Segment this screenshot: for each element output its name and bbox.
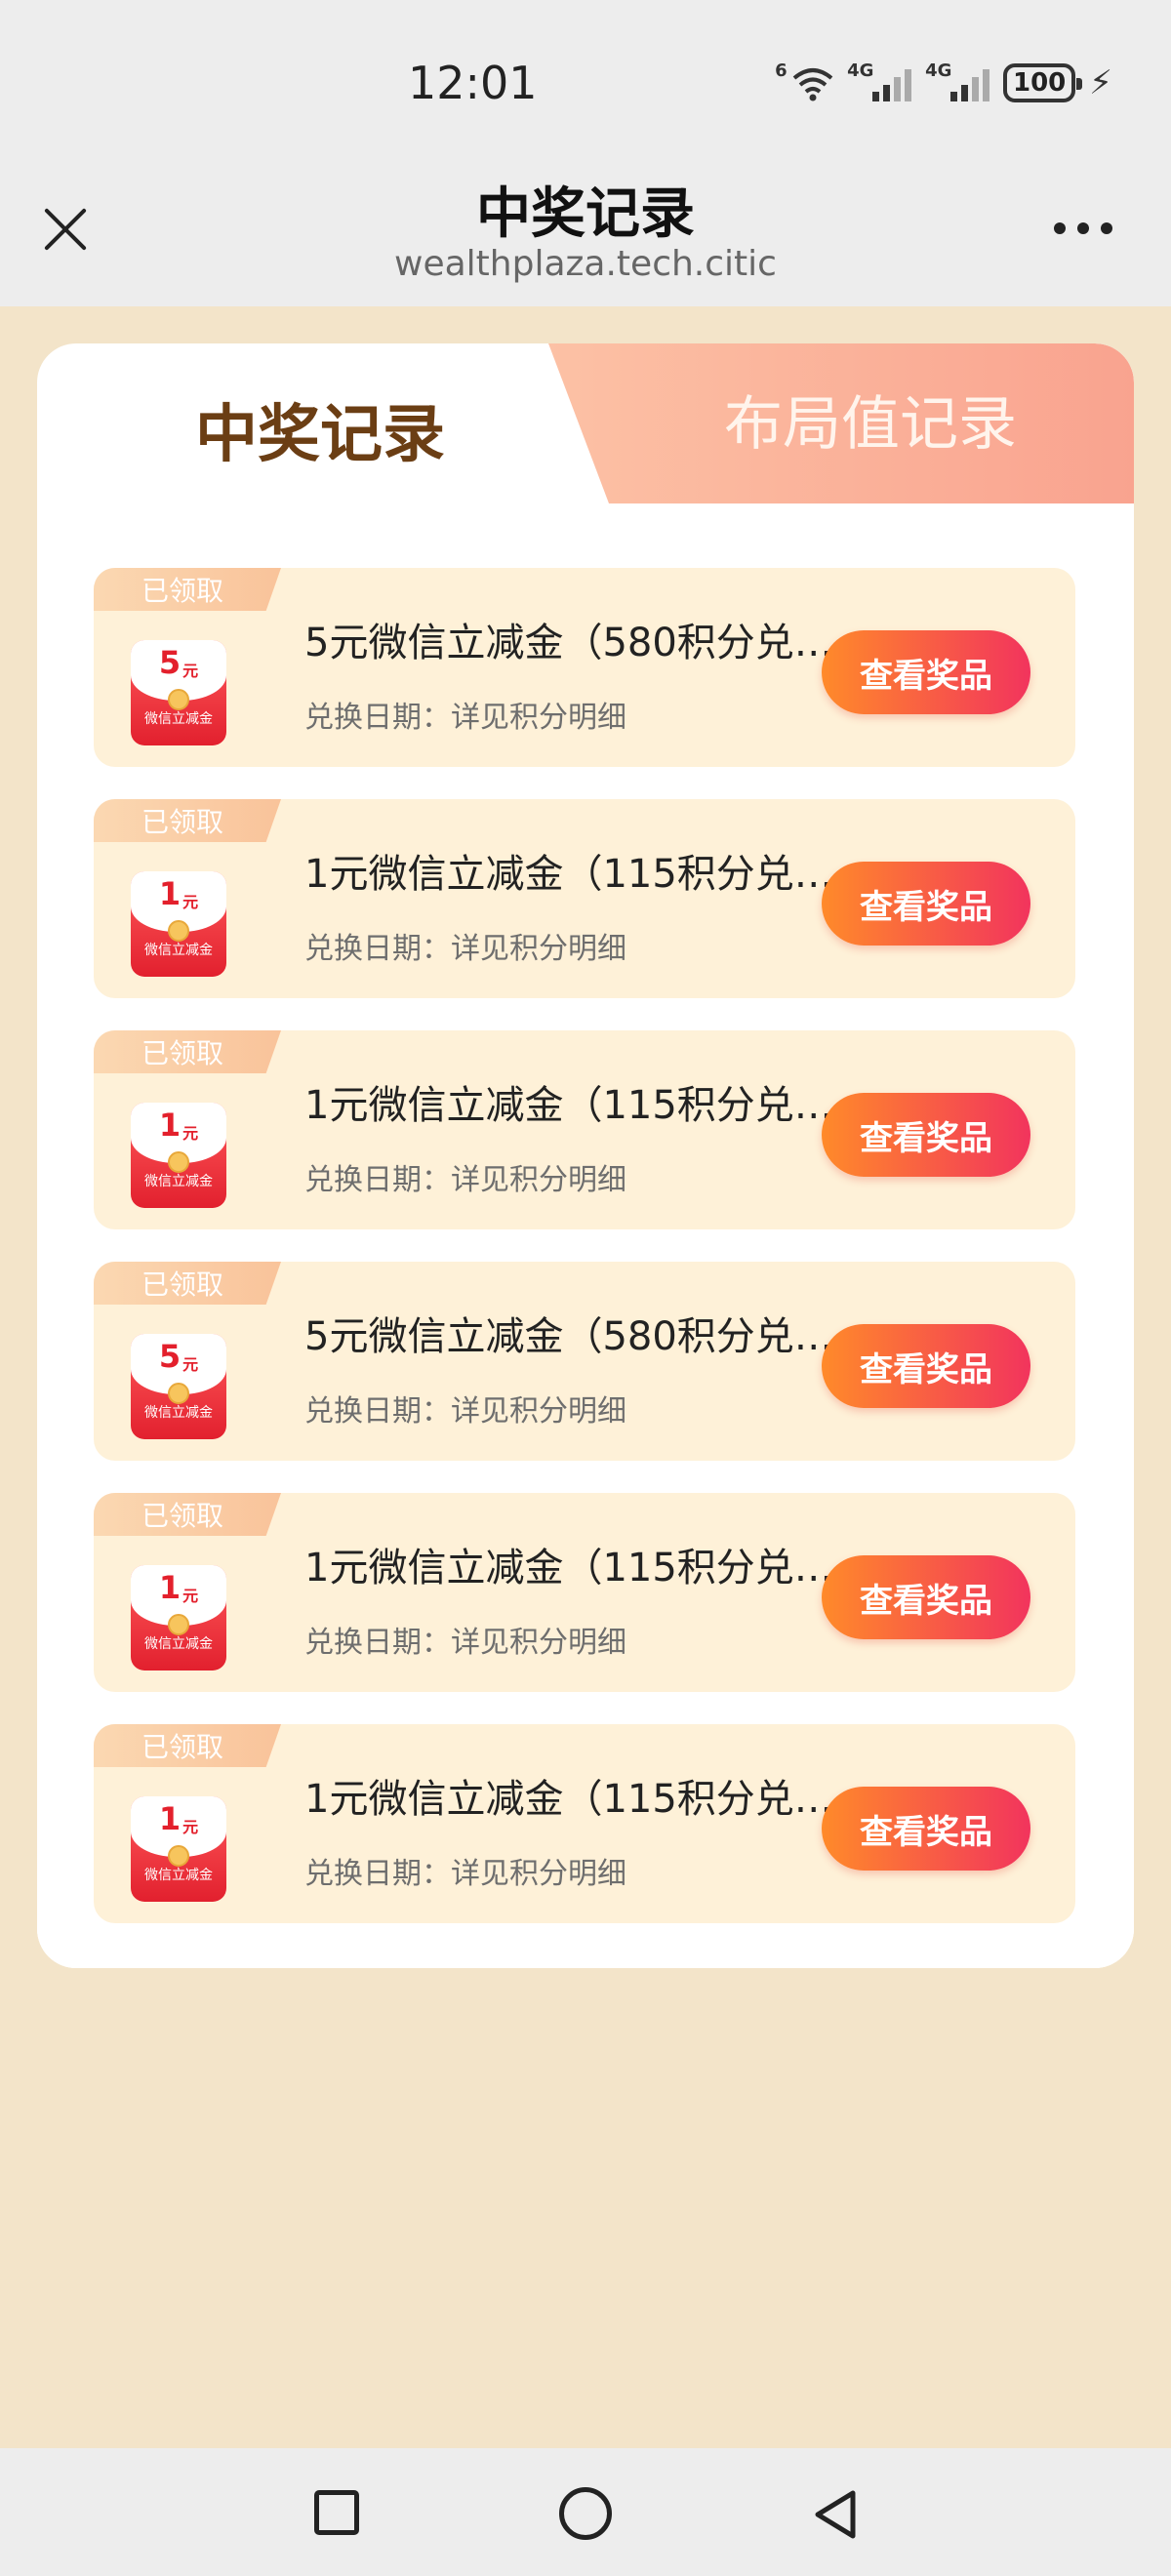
- item-title: 1元微信立减金（115积分兑…: [304, 1083, 833, 1128]
- item-date: 兑换日期：详见积分明细: [304, 1394, 626, 1429]
- item-title: 1元微信立减金（115积分兑…: [304, 1777, 833, 1822]
- wifi-tag: 6: [775, 60, 787, 81]
- circle-icon[interactable]: [559, 2487, 612, 2540]
- charging-icon: ⚡: [1089, 63, 1112, 102]
- coupon-icon: 1元 微信立减金: [131, 871, 226, 977]
- coupon-amount: 1: [158, 1800, 182, 1837]
- signal-icon: 4G: [925, 60, 990, 101]
- coupon-unit: 元: [182, 893, 199, 911]
- view-prize-button[interactable]: 查看奖品: [822, 862, 1030, 946]
- view-prize-button[interactable]: 查看奖品: [822, 1093, 1030, 1177]
- page-url: wealthplaza.tech.citic: [394, 244, 777, 284]
- coupon-amount: 5: [158, 644, 182, 681]
- item-title: 5元微信立减金（580积分兑…: [304, 621, 833, 665]
- battery-icon: 100: [1003, 63, 1083, 102]
- square-icon[interactable]: [314, 2490, 359, 2535]
- list-item: 已领取 1元 微信立减金 1元微信立减金（115积分兑… 兑换日期：详见积分明细…: [94, 1030, 1075, 1229]
- claimed-badge: 已领取: [94, 799, 281, 842]
- coupon-amount: 1: [158, 1569, 182, 1606]
- item-date: 兑换日期：详见积分明细: [304, 932, 626, 966]
- tab-prize-records[interactable]: 中奖记录: [37, 343, 603, 503]
- coupon-icon: 1元 微信立减金: [131, 1103, 226, 1208]
- list-item: 已领取 5元 微信立减金 5元微信立减金（580积分兑… 兑换日期：详见积分明细…: [94, 1262, 1075, 1461]
- signal-tag: 4G: [847, 60, 874, 81]
- coupon-unit: 元: [182, 1587, 199, 1605]
- item-date: 兑换日期：详见积分明细: [304, 1163, 626, 1197]
- status-bar: 12:01 6 4G 4G 100 ⚡: [0, 0, 1171, 166]
- item-title: 5元微信立减金（580积分兑…: [304, 1314, 833, 1359]
- coupon-label: 微信立减金: [144, 711, 213, 727]
- battery-level: 100: [1012, 68, 1067, 98]
- item-title: 1元微信立减金（115积分兑…: [304, 852, 833, 897]
- coupon-icon: 5元 微信立减金: [131, 640, 226, 745]
- records-list: 已领取 5元 微信立减金 5元微信立减金（580积分兑… 兑换日期：详见积分明细…: [94, 568, 1075, 1955]
- item-date: 兑换日期：详见积分明细: [304, 1626, 626, 1660]
- more-icon[interactable]: [1054, 222, 1112, 234]
- coupon-unit: 元: [182, 1124, 199, 1143]
- item-date: 兑换日期：详见积分明细: [304, 701, 626, 735]
- signal-tag: 4G: [925, 60, 952, 81]
- status-time: 12:01: [408, 57, 538, 109]
- coupon-label: 微信立减金: [144, 1405, 213, 1421]
- claimed-badge: 已领取: [94, 1724, 281, 1767]
- list-item: 已领取 1元 微信立减金 1元微信立减金（115积分兑… 兑换日期：详见积分明细…: [94, 1724, 1075, 1923]
- coupon-amount: 1: [158, 875, 182, 912]
- list-item: 已领取 1元 微信立减金 1元微信立减金（115积分兑… 兑换日期：详见积分明细…: [94, 1493, 1075, 1692]
- coupon-label: 微信立减金: [144, 1636, 213, 1652]
- triangle-back-icon[interactable]: [808, 2487, 863, 2542]
- signal-icon: 4G: [847, 60, 912, 101]
- coupon-unit: 元: [182, 662, 199, 680]
- coupon-icon: 5元 微信立减金: [131, 1334, 226, 1439]
- tab-layout-value-records[interactable]: 布局值记录: [607, 343, 1134, 503]
- view-prize-button[interactable]: 查看奖品: [822, 630, 1030, 714]
- coupon-icon: 1元 微信立减金: [131, 1565, 226, 1670]
- list-item: 已领取 1元 微信立减金 1元微信立减金（115积分兑… 兑换日期：详见积分明细…: [94, 799, 1075, 998]
- view-prize-button[interactable]: 查看奖品: [822, 1787, 1030, 1871]
- coupon-label: 微信立减金: [144, 1868, 213, 1883]
- navigation-bar: [0, 2448, 1171, 2576]
- claimed-badge: 已领取: [94, 1262, 281, 1305]
- claimed-badge: 已领取: [94, 1493, 281, 1536]
- coupon-unit: 元: [182, 1818, 199, 1836]
- coupon-amount: 1: [158, 1107, 182, 1144]
- item-date: 兑换日期：详见积分明细: [304, 1857, 626, 1891]
- claimed-badge: 已领取: [94, 568, 281, 611]
- item-title: 1元微信立减金（115积分兑…: [304, 1546, 833, 1590]
- page-title: 中奖记录: [476, 182, 695, 246]
- coupon-icon: 1元 微信立减金: [131, 1796, 226, 1902]
- list-item: 已领取 5元 微信立减金 5元微信立减金（580积分兑… 兑换日期：详见积分明细…: [94, 568, 1075, 767]
- coupon-unit: 元: [182, 1355, 199, 1374]
- coupon-label: 微信立减金: [144, 1174, 213, 1189]
- view-prize-button[interactable]: 查看奖品: [822, 1555, 1030, 1639]
- claimed-badge: 已领取: [94, 1030, 281, 1073]
- view-prize-button[interactable]: 查看奖品: [822, 1324, 1030, 1408]
- title-bar: 中奖记录 wealthplaza.tech.citic: [0, 166, 1171, 306]
- coupon-amount: 5: [158, 1338, 182, 1375]
- wifi-icon: 6: [775, 60, 833, 101]
- coupon-label: 微信立减金: [144, 943, 213, 958]
- status-icons: 6 4G 4G 100 ⚡: [775, 59, 1112, 107]
